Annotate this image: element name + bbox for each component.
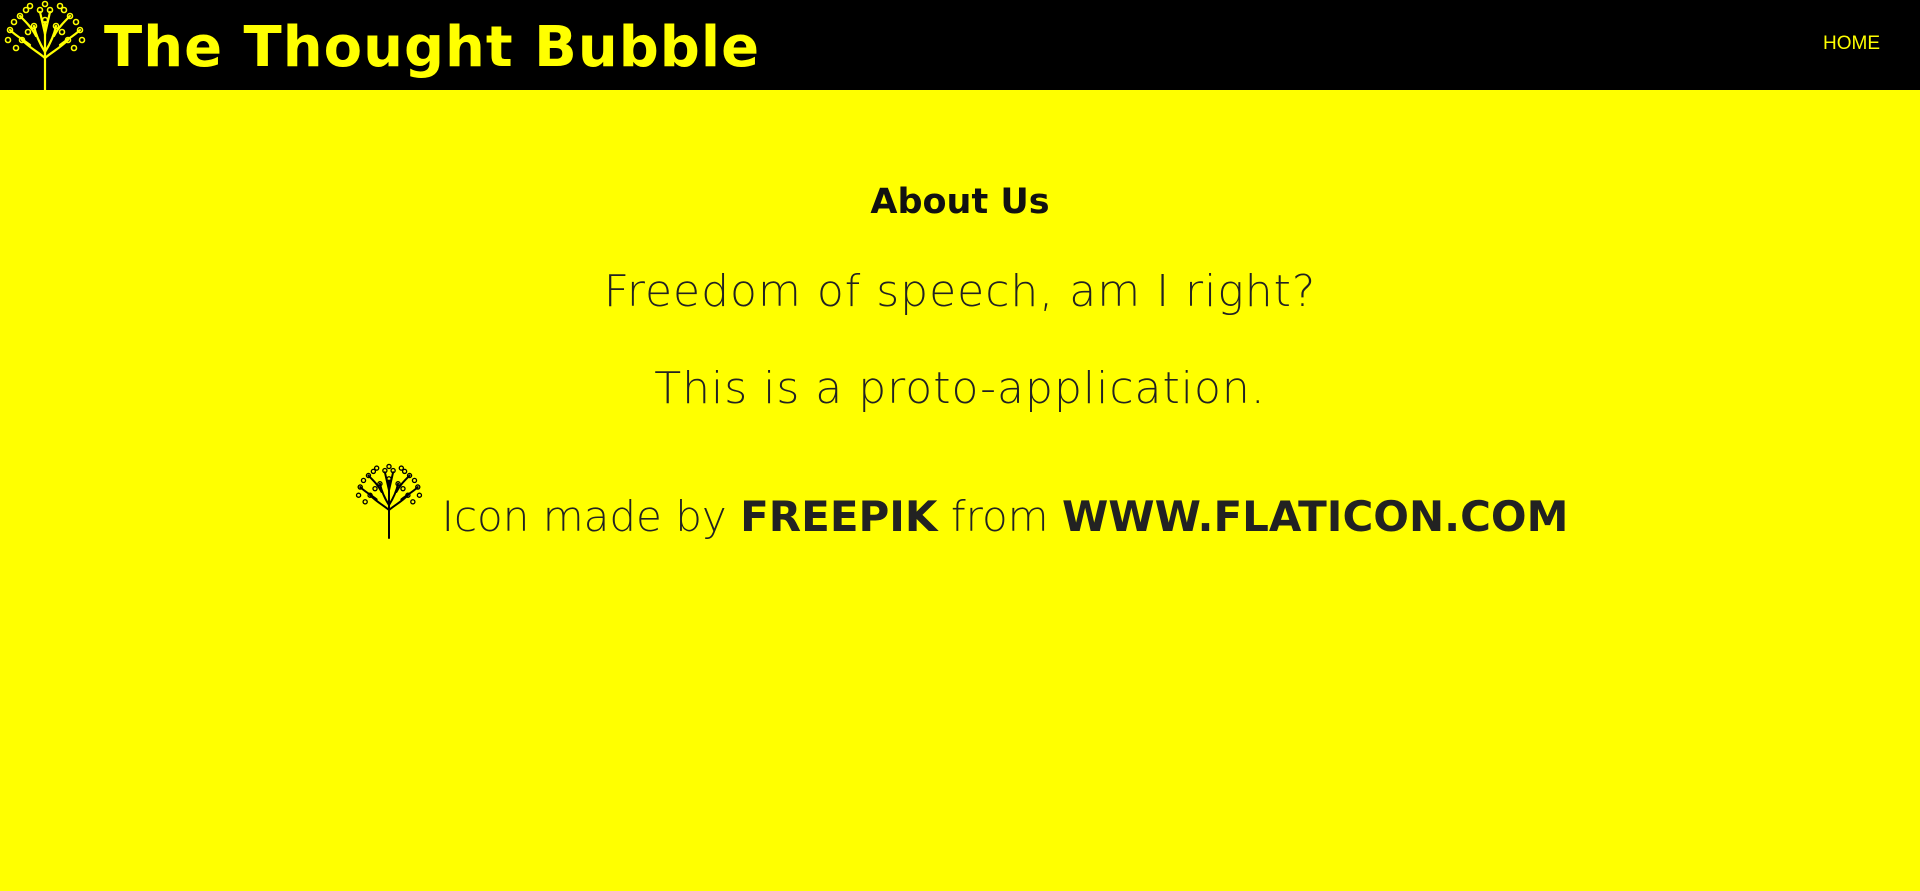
freepik-link[interactable]: FREEPIK	[740, 492, 937, 541]
icon-credit: Icon made by FREEPIK from WWW.FLATICON.C…	[0, 462, 1920, 540]
credit-middle: from	[950, 492, 1049, 541]
page-heading: About Us	[870, 182, 1050, 222]
intro-paragraph: Freedom of speech, am I right?	[603, 266, 1317, 317]
nav-home-link[interactable]: HOME	[1823, 33, 1880, 55]
brand-link[interactable]: The Thought Bubble	[0, 0, 760, 90]
brand-title: The Thought Bubble	[104, 15, 761, 80]
navbar: The Thought Bubble HOME	[0, 0, 1920, 90]
tree-icon	[4, 0, 86, 90]
credit-prefix: Icon made by	[441, 492, 727, 541]
tree-icon	[355, 463, 422, 539]
credit-text: Icon made by FREEPIK from WWW.FLATICON.C…	[442, 496, 1569, 538]
description-paragraph: This is a proto-application.	[654, 363, 1266, 414]
flaticon-link[interactable]: WWW.FLATICON.COM	[1062, 492, 1568, 541]
